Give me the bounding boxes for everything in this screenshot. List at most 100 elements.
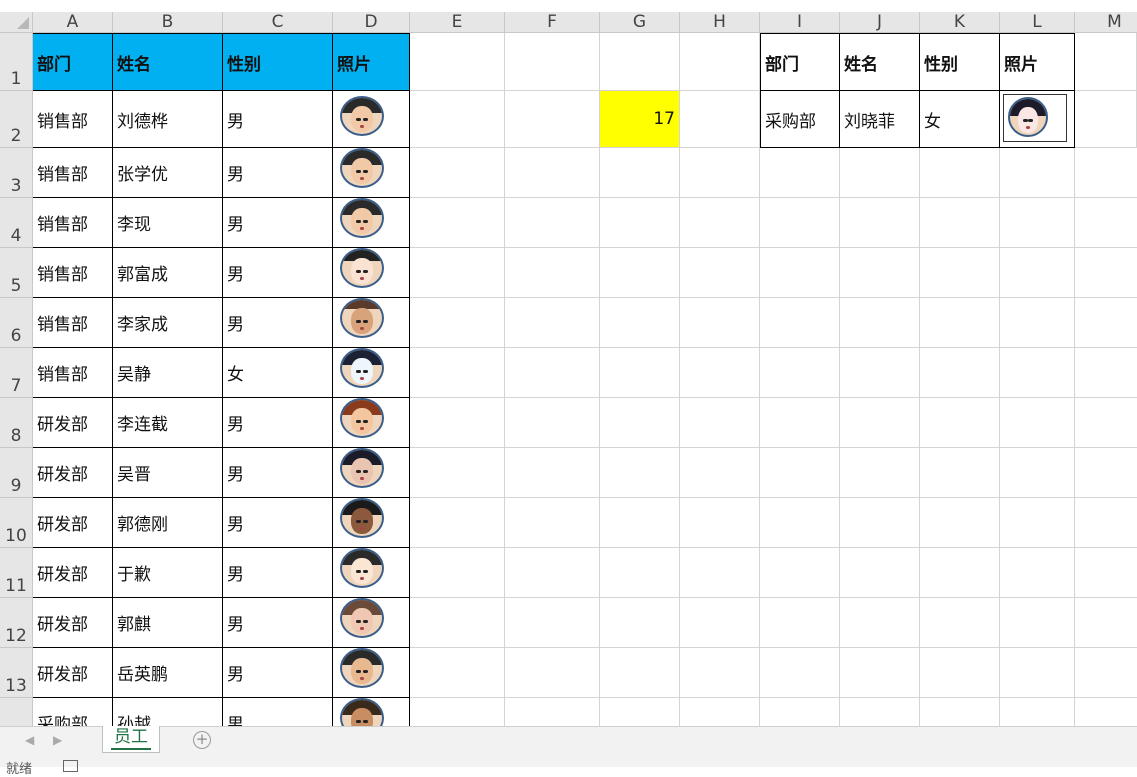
cell-name[interactable]: 吴静: [113, 348, 223, 398]
avatar[interactable]: [340, 648, 384, 688]
row-header-11[interactable]: 11: [0, 548, 33, 598]
cell-dept[interactable]: 研发部: [33, 398, 113, 448]
column-header-h[interactable]: H: [680, 12, 760, 33]
lookup-photo-frame[interactable]: [1003, 94, 1067, 142]
cell-name[interactable]: 郭德刚: [113, 498, 223, 548]
cell-gender[interactable]: 男: [223, 148, 333, 198]
row-header-2[interactable]: 2: [0, 91, 33, 148]
row-header-1[interactable]: 1: [0, 33, 33, 91]
row-header-8[interactable]: 8: [0, 398, 33, 448]
column-header-e[interactable]: E: [410, 12, 505, 33]
cell-m2[interactable]: [1075, 91, 1137, 148]
lookup-dept[interactable]: 采购部: [760, 91, 840, 148]
column-header-d[interactable]: D: [333, 12, 410, 33]
header-name[interactable]: 姓名: [113, 33, 223, 91]
cell-gender[interactable]: 男: [223, 698, 333, 726]
cell-g2-index[interactable]: 17: [600, 91, 680, 148]
cell-gender[interactable]: 男: [223, 298, 333, 348]
lookup-gender[interactable]: 女: [920, 91, 1000, 148]
cell-f1[interactable]: [505, 33, 600, 91]
cell-dept[interactable]: 销售部: [33, 198, 113, 248]
cell-dept[interactable]: 销售部: [33, 91, 113, 148]
header-photo[interactable]: 照片: [333, 33, 410, 91]
avatar[interactable]: [340, 198, 384, 238]
cell-name[interactable]: 郭富成: [113, 248, 223, 298]
cell-name[interactable]: 李连截: [113, 398, 223, 448]
row-header-9[interactable]: 9: [0, 448, 33, 498]
lookup-header-name[interactable]: 姓名: [840, 33, 920, 91]
lookup-header-dept[interactable]: 部门: [760, 33, 840, 91]
cell-gender[interactable]: 男: [223, 248, 333, 298]
row-header-12[interactable]: 12: [0, 598, 33, 648]
cell-dept[interactable]: 销售部: [33, 248, 113, 298]
column-header-c[interactable]: C: [223, 12, 333, 33]
cell-dept[interactable]: 销售部: [33, 298, 113, 348]
column-header-j[interactable]: J: [840, 12, 920, 33]
header-gender[interactable]: 性别: [223, 33, 333, 91]
cell-m1[interactable]: [1075, 33, 1137, 91]
avatar[interactable]: [340, 248, 384, 288]
avatar[interactable]: [340, 548, 384, 588]
row-header-3[interactable]: 3: [0, 148, 33, 198]
cell-f2[interactable]: [505, 91, 600, 148]
cell-e1[interactable]: [410, 33, 505, 91]
macro-record-icon[interactable]: [63, 760, 78, 772]
cell-dept[interactable]: 研发部: [33, 498, 113, 548]
column-header-g[interactable]: G: [600, 12, 680, 33]
empty-grid-area[interactable]: [410, 148, 1137, 726]
cell-gender[interactable]: 男: [223, 648, 333, 698]
lookup-header-gender[interactable]: 性别: [920, 33, 1000, 91]
avatar[interactable]: [340, 298, 384, 338]
sheet-tab[interactable]: 员工: [102, 726, 160, 753]
header-dept[interactable]: 部门: [33, 33, 113, 91]
cell-name[interactable]: 于歉: [113, 548, 223, 598]
avatar[interactable]: [340, 148, 384, 188]
cell-name[interactable]: 李家成: [113, 298, 223, 348]
spreadsheet-grid[interactable]: A B C D E F G H I J K L M 1 2 3 4 5 6 7 …: [0, 0, 1137, 726]
column-header-m[interactable]: M: [1075, 12, 1137, 33]
row-header-5[interactable]: 5: [0, 248, 33, 298]
chevron-right-icon[interactable]: ▶: [53, 733, 62, 747]
cell-name[interactable]: 岳英鹏: [113, 648, 223, 698]
cell-gender[interactable]: 男: [223, 198, 333, 248]
column-header-i[interactable]: I: [760, 12, 840, 33]
column-header-b[interactable]: B: [113, 12, 223, 33]
cell-gender[interactable]: 男: [223, 498, 333, 548]
avatar[interactable]: [340, 348, 384, 388]
avatar[interactable]: [340, 96, 384, 136]
cell-h2[interactable]: [680, 91, 760, 148]
column-header-k[interactable]: K: [920, 12, 1000, 33]
cell-g1[interactable]: [600, 33, 680, 91]
avatar[interactable]: [340, 448, 384, 488]
row-header-13[interactable]: 13: [0, 648, 33, 698]
cell-gender[interactable]: 男: [223, 91, 333, 148]
avatar[interactable]: [340, 398, 384, 438]
cell-gender[interactable]: 男: [223, 598, 333, 648]
row-header-14[interactable]: [0, 698, 33, 726]
cell-dept[interactable]: 研发部: [33, 448, 113, 498]
cell-h1[interactable]: [680, 33, 760, 91]
cell-name[interactable]: 张学优: [113, 148, 223, 198]
column-header-a[interactable]: A: [33, 12, 113, 33]
lookup-header-photo[interactable]: 照片: [1000, 33, 1075, 91]
cell-dept[interactable]: 采购部: [33, 698, 113, 726]
cell-name[interactable]: 郭麒: [113, 598, 223, 648]
cell-dept[interactable]: 销售部: [33, 348, 113, 398]
avatar[interactable]: [340, 598, 384, 638]
column-header-l[interactable]: L: [1000, 12, 1075, 33]
row-header-4[interactable]: 4: [0, 198, 33, 248]
cell-gender[interactable]: 男: [223, 398, 333, 448]
cell-name[interactable]: 孙越: [113, 698, 223, 726]
cell-gender[interactable]: 男: [223, 448, 333, 498]
avatar[interactable]: [340, 498, 384, 538]
cell-dept[interactable]: 销售部: [33, 148, 113, 198]
lookup-name[interactable]: 刘晓菲: [840, 91, 920, 148]
row-header-10[interactable]: 10: [0, 498, 33, 548]
cell-name[interactable]: 李现: [113, 198, 223, 248]
cell-gender[interactable]: 男: [223, 548, 333, 598]
cell-e2[interactable]: [410, 91, 505, 148]
add-sheet-icon[interactable]: +: [193, 731, 211, 749]
cell-gender[interactable]: 女: [223, 348, 333, 398]
cell-dept[interactable]: 研发部: [33, 548, 113, 598]
column-header-f[interactable]: F: [505, 12, 600, 33]
